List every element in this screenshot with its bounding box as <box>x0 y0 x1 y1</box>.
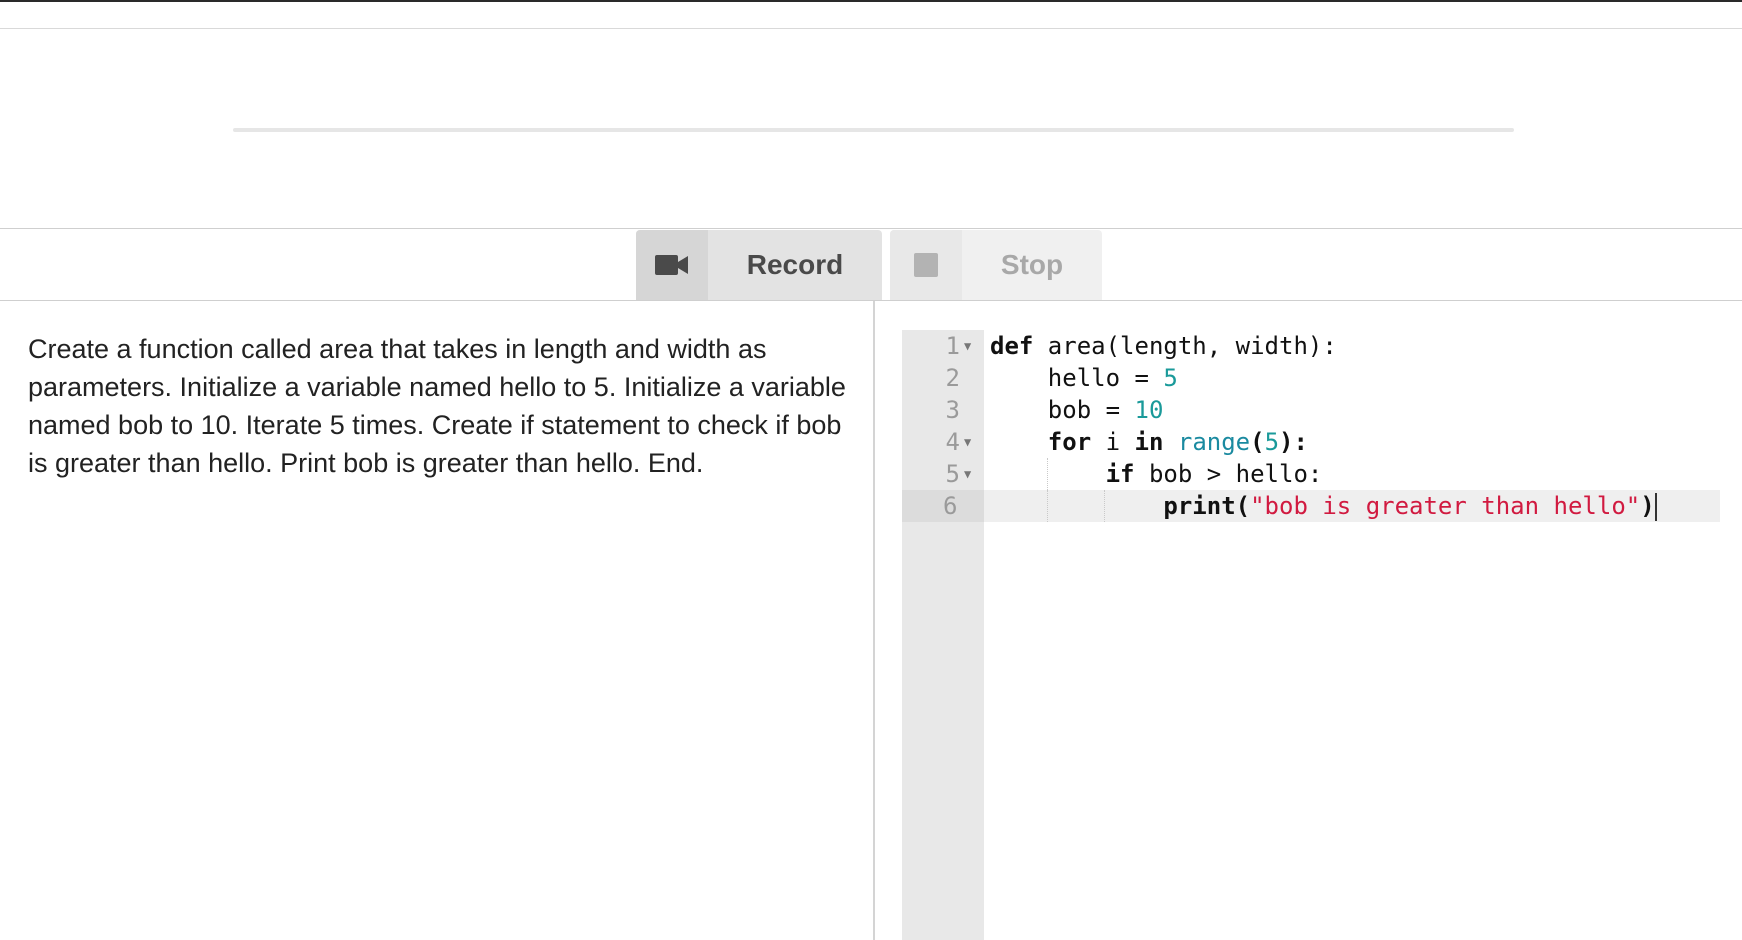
code-number: 10 <box>1134 396 1164 424</box>
code-string: "bob is greater than hello" <box>1250 492 1641 520</box>
code-number: 5 <box>1264 428 1280 456</box>
line-number-2: 2 <box>945 364 960 392</box>
code-line-3[interactable]: 3 bob = 10 <box>902 394 1720 426</box>
code-text: bob = <box>1047 396 1135 424</box>
stop-button[interactable]: Stop <box>890 230 1102 300</box>
toolbar-top-divider <box>0 228 1742 229</box>
line-number-4: 4 <box>945 428 960 456</box>
stop-icon-box <box>890 230 962 300</box>
code-paren: ) <box>1640 492 1655 520</box>
text-cursor <box>1654 493 1657 521</box>
fold-arrow-icon[interactable]: ▼ <box>964 330 978 362</box>
code-paren: ( <box>1250 428 1265 456</box>
instructions-text: Create a function called area that takes… <box>28 334 846 478</box>
fold-arrow-icon[interactable]: ▼ <box>964 426 978 458</box>
code-editor[interactable]: 1 ▼ def area(length, width): 2 hello = 5… <box>902 330 1720 940</box>
stop-square-icon <box>914 253 938 277</box>
record-icon-box <box>636 230 708 300</box>
pane-divider[interactable] <box>873 301 875 940</box>
code-line-2[interactable]: 2 hello = 5 <box>902 362 1720 394</box>
code-line-4[interactable]: 4 ▼ for i in range(5): <box>902 426 1720 458</box>
code-keyword: for <box>1047 428 1092 456</box>
code-text: area(length, width): <box>1033 332 1337 360</box>
line-number-5: 5 <box>945 460 960 488</box>
code-keyword: if <box>1105 460 1135 488</box>
code-text: bob > hello: <box>1134 460 1323 488</box>
window-top-border <box>0 0 1742 2</box>
code-keyword: def <box>990 332 1034 360</box>
stop-button-label: Stop <box>1000 249 1064 280</box>
code-text: i <box>1091 428 1135 456</box>
record-button[interactable]: Record <box>636 230 882 300</box>
header-divider <box>0 28 1742 29</box>
record-button-label: Record <box>746 249 844 280</box>
video-camera-icon <box>655 255 688 275</box>
code-line-1[interactable]: 1 ▼ def area(length, width): <box>902 330 1720 362</box>
code-builtin: range <box>1177 428 1251 456</box>
code-text: hello = <box>1047 364 1164 392</box>
code-line-6-active[interactable]: 6 print("bob is greater than hello") <box>902 490 1720 522</box>
code-keyword: in <box>1134 428 1164 456</box>
code-paren: ( <box>1235 492 1251 520</box>
code-paren: ): <box>1279 428 1308 456</box>
code-number: 5 <box>1163 364 1178 392</box>
fold-arrow-icon[interactable]: ▼ <box>964 458 978 490</box>
line-number-6: 6 <box>902 490 984 522</box>
line-number-1: 1 <box>945 332 960 360</box>
code-keyword: print <box>1163 492 1236 520</box>
toolbar-bottom-divider <box>0 300 1742 301</box>
progress-track <box>233 128 1514 132</box>
line-number-3: 3 <box>945 396 960 424</box>
code-line-5[interactable]: 5 ▼ if bob > hello: <box>902 458 1720 490</box>
